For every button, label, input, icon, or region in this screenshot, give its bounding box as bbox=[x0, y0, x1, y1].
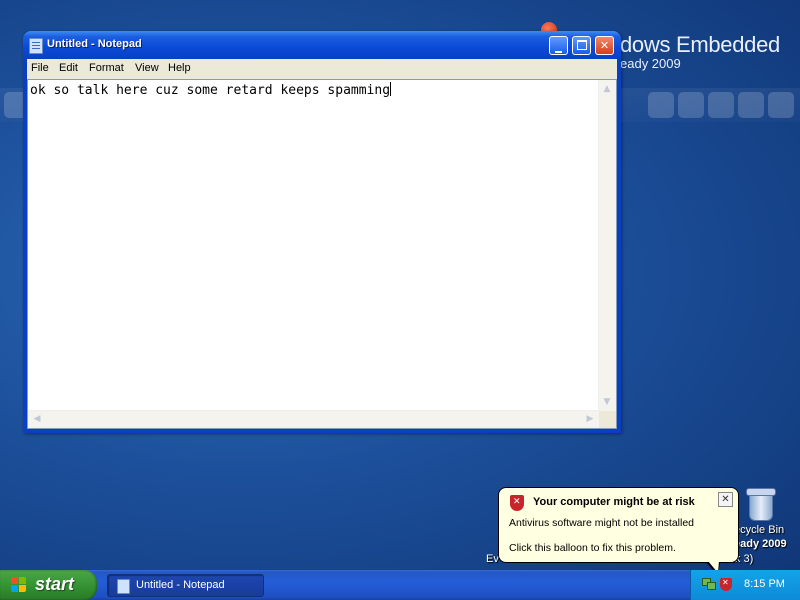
scroll-up-icon[interactable]: ▲ bbox=[599, 81, 615, 97]
desktop-tile bbox=[768, 92, 794, 118]
scroll-down-icon[interactable]: ▼ bbox=[599, 394, 615, 410]
taskbar: start Untitled - Notepad 8:15 PM bbox=[0, 570, 800, 600]
scroll-left-icon[interactable]: ◀ bbox=[29, 411, 45, 427]
editor-text-line[interactable]: ok so talk here cuz some retard keeps sp… bbox=[30, 82, 392, 98]
watermark-prefix: Ev bbox=[486, 553, 499, 565]
horizontal-scrollbar[interactable]: ◀ ▶ bbox=[28, 410, 599, 428]
taskbar-button-notepad[interactable]: Untitled - Notepad bbox=[107, 574, 264, 597]
windows-flag-icon bbox=[11, 577, 27, 593]
window-title: Untitled - Notepad bbox=[47, 38, 142, 50]
desktop-branding-subtitle: eady 2009 bbox=[620, 56, 681, 71]
recycle-bin-label[interactable]: ecycle Bin bbox=[734, 524, 784, 536]
editor-text: ok so talk here cuz some retard keeps sp… bbox=[30, 83, 391, 98]
recycle-bin-lid bbox=[746, 488, 776, 496]
notepad-app-icon bbox=[117, 579, 130, 594]
scroll-right-icon[interactable]: ▶ bbox=[582, 411, 598, 427]
balloon-action: Click this balloon to fix this problem. bbox=[509, 542, 676, 554]
start-button[interactable]: start bbox=[0, 570, 97, 600]
desktop-watermark-line1: eady 2009 bbox=[734, 538, 787, 550]
window-titlebar[interactable]: Untitled - Notepad ✕ bbox=[23, 31, 621, 59]
desktop-tile bbox=[738, 92, 764, 118]
close-icon: ✕ bbox=[721, 494, 730, 505]
security-center-icon[interactable] bbox=[720, 578, 732, 591]
start-label: start bbox=[35, 574, 75, 594]
minimize-button[interactable] bbox=[549, 36, 568, 55]
maximize-button[interactable] bbox=[572, 36, 591, 55]
desktop-tile bbox=[678, 92, 704, 118]
menu-file[interactable]: File bbox=[31, 62, 49, 74]
close-icon: ✕ bbox=[599, 39, 610, 52]
desktop-branding-title: dows Embedded bbox=[620, 32, 780, 57]
menu-edit[interactable]: Edit bbox=[59, 62, 78, 74]
menu-view[interactable]: View bbox=[135, 62, 159, 74]
balloon-close-button[interactable]: ✕ bbox=[718, 492, 733, 507]
menu-format[interactable]: Format bbox=[89, 62, 124, 74]
notepad-app-icon[interactable] bbox=[29, 38, 43, 54]
recycle-bin-icon[interactable] bbox=[746, 487, 776, 521]
network-icon[interactable] bbox=[702, 578, 716, 590]
desktop-tile bbox=[708, 92, 734, 118]
close-button[interactable]: ✕ bbox=[595, 36, 614, 55]
balloon-title: Your computer might be at risk bbox=[533, 496, 695, 508]
scrollbar-corner bbox=[599, 411, 616, 428]
menu-bar: File Edit Format View Help bbox=[27, 59, 617, 79]
minimize-icon bbox=[555, 51, 562, 53]
system-tray: 8:15 PM bbox=[690, 570, 800, 600]
recycle-bin-body bbox=[749, 493, 773, 521]
balloon-message: Antivirus software might not be installe… bbox=[509, 517, 695, 529]
security-shield-icon bbox=[510, 495, 524, 511]
desktop-tile bbox=[648, 92, 674, 118]
text-caret bbox=[390, 82, 392, 96]
taskbar-button-label: Untitled - Notepad bbox=[136, 579, 225, 591]
security-alert-balloon[interactable]: Your computer might be at risk ✕ Antivir… bbox=[498, 487, 739, 563]
clock[interactable]: 8:15 PM bbox=[744, 578, 785, 590]
maximize-icon bbox=[576, 40, 587, 50]
menu-help[interactable]: Help bbox=[168, 62, 191, 74]
vertical-scrollbar[interactable]: ▲ ▼ bbox=[598, 80, 616, 411]
notepad-window: Untitled - Notepad ✕ File Edit Format Vi… bbox=[23, 31, 621, 433]
text-editor[interactable]: ok so talk here cuz some retard keeps sp… bbox=[27, 79, 617, 429]
